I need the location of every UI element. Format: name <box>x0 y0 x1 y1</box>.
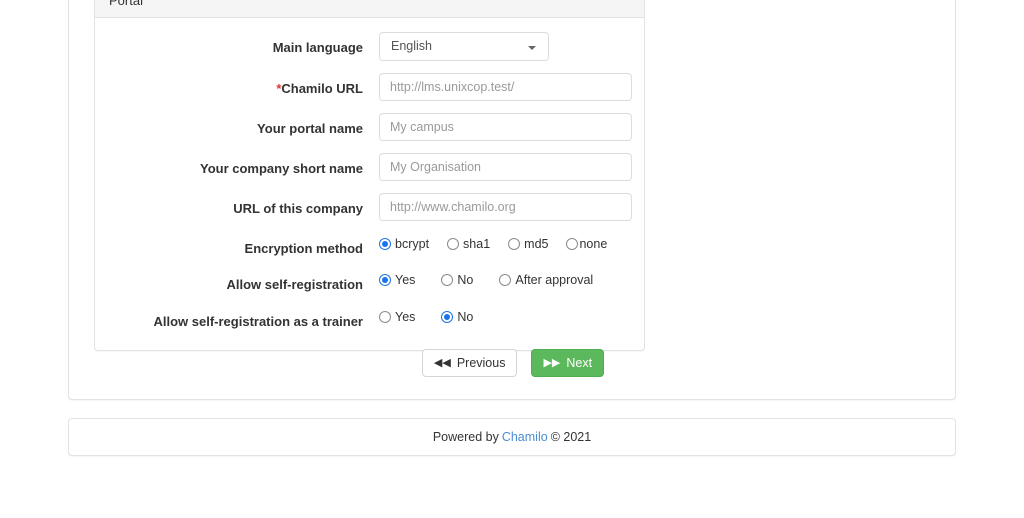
label-self-registration-trainer: Allow self-registration as a trainer <box>107 306 379 331</box>
field-company-short-name <box>379 152 632 181</box>
chamilo-url-input[interactable] <box>379 72 632 101</box>
radio-option-md5[interactable]: md5 <box>508 238 548 251</box>
double-chevron-left-icon: ◀◀ <box>433 356 451 369</box>
radio-label: md5 <box>524 236 549 251</box>
radio-indicator <box>379 274 391 287</box>
company-short-name-input[interactable] <box>379 152 632 181</box>
radio-indicator <box>508 237 521 250</box>
radio-label: sha1 <box>463 236 491 251</box>
chevron-down-icon <box>528 45 536 50</box>
label-text: Allow self-registration <box>226 277 363 293</box>
form-row-self-registration: Allow self-registration Yes No After app… <box>107 269 632 294</box>
main-language-select[interactable]: English <box>379 31 549 61</box>
radio-option-none[interactable]: none <box>566 238 607 251</box>
radio-indicator <box>379 237 391 250</box>
radio-label: No <box>457 273 474 288</box>
radio-option-sha1[interactable]: sha1 <box>447 238 490 251</box>
label-text: Encryption method <box>244 240 363 256</box>
label-portal-name: Your portal name <box>107 113 379 138</box>
footer-prefix: Powered by <box>432 430 499 444</box>
self-registration-trainer-radio-group: Yes No <box>379 306 632 324</box>
radio-label: After approval <box>515 273 594 288</box>
radio-option-no[interactable]: No <box>441 311 473 324</box>
field-company-url <box>379 192 632 221</box>
label-company-short-name: Your company short name <box>107 153 379 178</box>
radio-label: none <box>579 236 608 251</box>
radio-option-yes[interactable]: Yes <box>379 274 415 287</box>
form-row-encryption-method: Encryption method bcrypt sha1 md5 none <box>107 233 632 258</box>
field-self-registration: Yes No After approval <box>379 269 632 287</box>
label-self-registration: Allow self-registration <box>107 269 379 294</box>
label-text: Your portal name <box>257 120 363 136</box>
double-chevron-right-icon: ▶▶ <box>543 356 561 369</box>
footer-suffix: © 2021 <box>550 430 592 444</box>
form-row-chamilo-url: *Chamilo URL <box>107 72 632 101</box>
radio-option-no[interactable]: No <box>441 274 473 287</box>
form-row-main-language: Main language English <box>107 31 632 61</box>
chamilo-link[interactable]: Chamilo <box>502 430 548 444</box>
radio-indicator <box>447 237 460 250</box>
radio-indicator <box>379 310 391 323</box>
form-row-company-url: URL of this company <box>107 192 632 221</box>
footer-card: Powered by Chamilo © 2021 <box>68 418 956 456</box>
label-text: Main language <box>272 39 363 55</box>
portal-settings-panel: Portal Main language English *Chamilo UR… <box>94 0 645 352</box>
form-row-company-short-name: Your company short name <box>107 152 632 181</box>
previous-button-label: Previous <box>456 355 506 370</box>
field-main-language: English <box>379 31 632 61</box>
form-row-portal-name: Your portal name <box>107 112 632 141</box>
field-encryption-method: bcrypt sha1 md5 none <box>379 233 632 251</box>
encryption-method-radio-group: bcrypt sha1 md5 none <box>379 233 632 251</box>
next-button[interactable]: ▶▶ Next <box>531 349 605 377</box>
previous-button[interactable]: ◀◀ Previous <box>421 349 518 377</box>
radio-option-after-approval[interactable]: After approval <box>499 274 593 287</box>
self-registration-radio-group: Yes No After approval <box>379 269 632 287</box>
installer-page: Portal Main language English *Chamilo UR… <box>0 0 1024 518</box>
label-text: Chamilo URL <box>281 80 363 96</box>
radio-indicator <box>441 310 454 323</box>
portal-name-input[interactable] <box>379 112 632 141</box>
field-portal-name <box>379 112 632 141</box>
field-self-registration-trainer: Yes No <box>379 306 632 324</box>
radio-indicator <box>441 274 454 287</box>
panel-heading: Portal <box>95 0 644 18</box>
radio-label: Yes <box>395 309 416 324</box>
label-main-language: Main language <box>107 32 379 57</box>
wizard-navigation: ◀◀ Previous ▶▶ Next <box>69 349 957 377</box>
radio-option-bcrypt[interactable]: bcrypt <box>379 238 429 251</box>
main-language-value: English <box>391 38 432 53</box>
radio-label: Yes <box>395 273 416 288</box>
radio-indicator <box>499 274 512 287</box>
portal-settings-form: Main language English *Chamilo URL http:… <box>95 18 644 351</box>
label-text: URL of this company <box>233 200 363 216</box>
next-button-label: Next <box>566 355 593 370</box>
label-text: Your company short name <box>199 160 363 176</box>
label-company-url: URL of this company <box>107 193 379 218</box>
radio-indicator <box>566 237 579 250</box>
radio-label: No <box>457 309 474 324</box>
radio-option-yes[interactable]: Yes <box>379 311 415 324</box>
field-chamilo-url <box>379 72 632 101</box>
wizard-card: Portal Main language English *Chamilo UR… <box>68 0 956 400</box>
label-text: Allow self-registration as a trainer <box>153 313 363 329</box>
label-encryption-method: Encryption method <box>107 233 379 258</box>
form-row-self-registration-trainer: Allow self-registration as a trainer Yes… <box>107 306 632 331</box>
company-url-input[interactable] <box>379 192 632 221</box>
radio-label: bcrypt <box>395 236 430 251</box>
label-chamilo-url: *Chamilo URL <box>107 73 379 98</box>
